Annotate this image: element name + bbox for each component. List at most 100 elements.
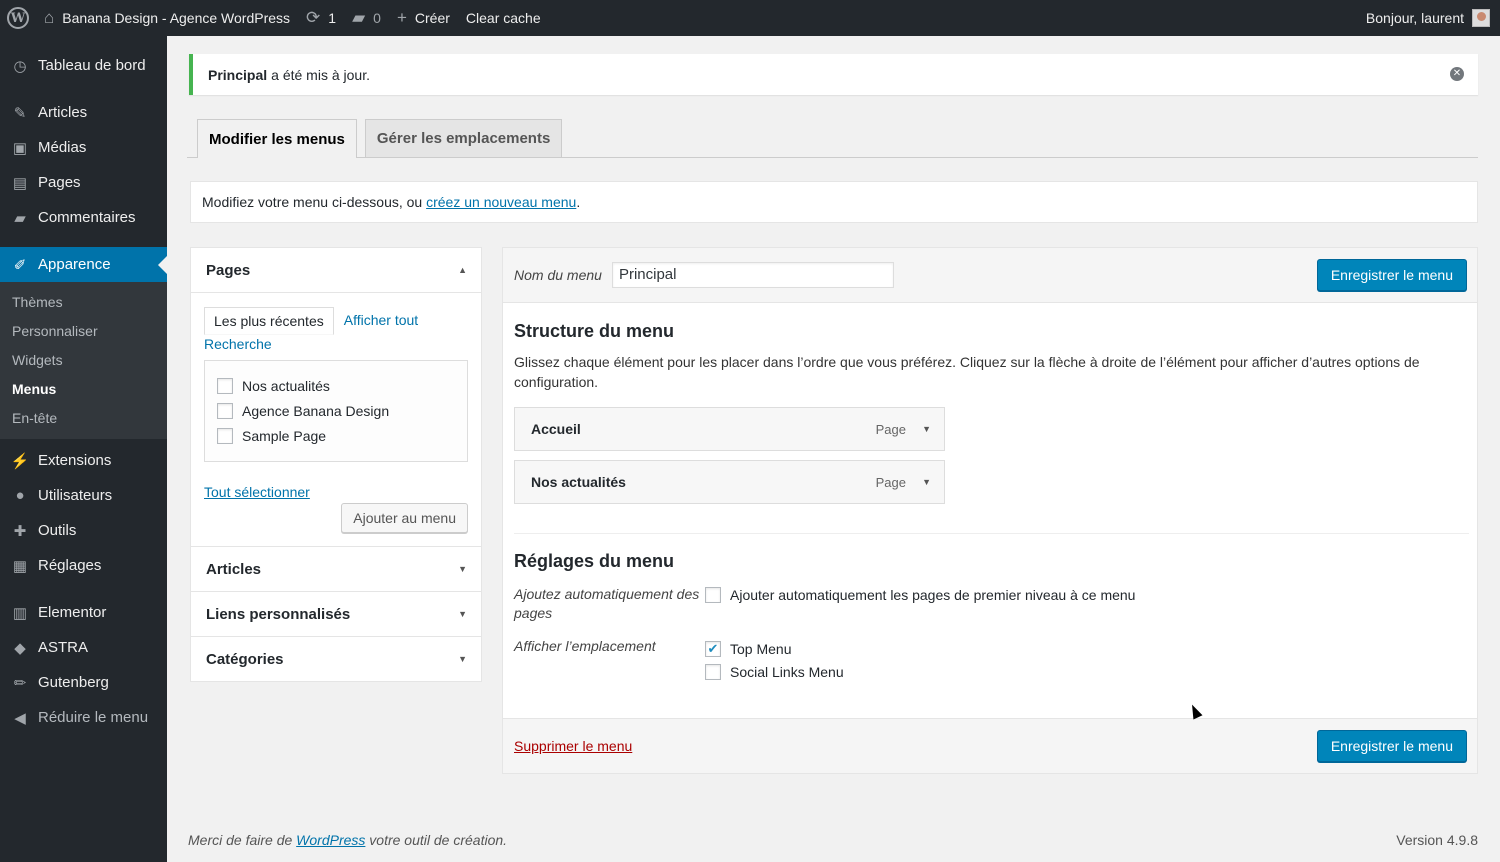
sidebar-item-settings[interactable]: ▦ Réglages [0,548,167,583]
menu-item-nos-actualites[interactable]: Nos actualités Page ▼ [514,460,945,504]
list-item[interactable]: Nos actualités [217,373,455,398]
menu-item-title: Nos actualités [531,474,626,490]
list-item-label: Agence Banana Design [242,402,390,419]
brush-icon: ✐ [13,256,27,274]
pages-section: Pages ▲ Les plus récentes Afficher tout R… [191,248,481,547]
create-new-menu-link[interactable]: créez un nouveau menu [426,194,576,210]
pages-section-title: Pages [206,261,251,279]
pages-section-header[interactable]: Pages ▲ [191,248,481,292]
subtab-search[interactable]: Recherche [204,336,468,352]
sidebar-item-plugins[interactable]: ⚡ Extensions [0,443,167,478]
sidebar-item-astra[interactable]: ◆ ASTRA [0,630,167,665]
tab-manage-locations[interactable]: Gérer les emplacements [364,119,563,157]
chevron-down-icon[interactable]: ▼ [922,477,931,487]
avatar [1472,9,1490,27]
sidebar-item-label: Outils [38,522,77,539]
collapse-menu-button[interactable]: ◀ Réduire le menu [0,700,167,735]
sidebar-item-media[interactable]: ▣ Médias [0,130,167,165]
chevron-down-icon: ▼ [458,654,467,664]
clear-cache-link[interactable]: Clear cache [458,0,549,36]
admin-sidebar: ◷ Tableau de bord ✎ Articles ▣ Médias ▤ Page… [0,36,167,862]
sidebar-item-elementor[interactable]: ▥ Elementor [0,595,167,630]
menu-item-accueil[interactable]: Accueil Page ▼ [514,407,945,451]
save-menu-button-bottom[interactable]: Enregistrer le menu [1316,730,1467,762]
sidebar-item-label: Médias [38,139,87,156]
menu-header: Nom du menu Principal Enregistrer le men… [503,248,1477,303]
list-item[interactable]: Agence Banana Design [217,398,455,423]
page-icon: ▤ [12,174,28,192]
menu-body: Structure du menu Glissez chaque élément… [503,303,1477,683]
wordpress-link[interactable]: WordPress [296,832,365,848]
submenu-themes[interactable]: Thèmes [0,288,167,317]
updates-link[interactable]: ⟳ 1 [298,0,344,36]
menu-name-input[interactable]: Principal [611,262,894,288]
new-content-link[interactable]: + Créer [389,0,458,36]
sidebar-item-dashboard[interactable]: ◷ Tableau de bord [0,48,167,83]
list-item[interactable]: Sample Page [217,423,455,448]
sidebar-item-tools[interactable]: ✚ Outils [0,513,167,548]
chevron-down-icon[interactable]: ▼ [922,424,931,434]
site-name: Banana Design - Agence WordPress [62,10,291,26]
subtab-view-all[interactable]: Afficher tout [334,307,428,335]
footer-thanks: Merci de faire de WordPress votre outil … [188,832,507,848]
sidebar-item-pages[interactable]: ▤ Pages [0,165,167,200]
new-label: Créer [414,10,450,26]
top-menu-checkbox[interactable]: ✔ [705,640,721,657]
success-notice: Principal a été mis à jour. ✕ [189,54,1478,95]
manage-menus: Modifiez votre menu ci-dessous, ou créez… [190,181,1478,223]
tools-icon: ✚ [13,522,27,540]
custom-links-section-header[interactable]: Liens personnalisés ▼ [191,592,481,636]
list-item-label: Nos actualités [242,377,330,394]
manage-text: Modifiez votre menu ci-dessous, ou [202,194,423,210]
clear-cache-label: Clear cache [465,10,541,26]
menu-name-label: Nom du menu [514,267,602,283]
sidebar-item-gutenberg[interactable]: ✏ Gutenberg [0,665,167,700]
articles-section[interactable]: Articles ▼ [191,547,481,592]
comments-link[interactable]: ▰ 0 [344,0,389,36]
sidebar-item-label: Articles [38,104,88,121]
wordpress-logo-button[interactable]: W [0,0,36,36]
categories-section-header[interactable]: Catégories ▼ [191,637,481,681]
checkbox[interactable] [217,377,233,394]
social-links-checkbox[interactable] [705,663,721,680]
submenu-widgets[interactable]: Widgets [0,346,167,375]
custom-links-section[interactable]: Liens personnalisés ▼ [191,592,481,637]
astra-icon: ◆ [14,639,26,657]
subtab-most-recent[interactable]: Les plus récentes [204,307,334,335]
close-icon[interactable]: ✕ [1450,67,1464,81]
chevron-down-icon: ▼ [458,609,467,619]
save-menu-button[interactable]: Enregistrer le menu [1316,259,1467,291]
sidebar-item-label: Apparence [38,256,111,273]
sidebar-item-comments[interactable]: ▰ Commentaires [0,200,167,235]
categories-section[interactable]: Catégories ▼ [191,637,481,681]
home-icon: ⌂ [44,8,55,27]
auto-add-checkbox[interactable] [705,586,721,603]
admin-bar: W ⌂ Banana Design - Agence WordPress ⟳ 1 ▰… [0,0,1500,36]
users-icon: ● [15,487,25,504]
sidebar-item-articles[interactable]: ✎ Articles [0,95,167,130]
footer-thanks-suffix: votre outil de création. [369,832,508,848]
delete-menu-link[interactable]: Supprimer le menu [514,738,632,754]
auto-add-option[interactable]: Ajouter automatiquement les pages de pre… [705,585,1135,604]
structure-title: Structure du menu [514,321,675,341]
chevron-down-icon: ▼ [458,564,467,574]
location-social-links[interactable]: Social Links Menu [705,660,844,683]
checkbox[interactable] [217,427,233,444]
location-top-menu[interactable]: ✔ Top Menu [705,637,844,660]
articles-section-header[interactable]: Articles ▼ [191,547,481,591]
collapse-icon: ◀ [14,709,26,727]
submenu-menus[interactable]: Menus [0,375,167,404]
select-all-link[interactable]: Tout sélectionner [204,484,310,500]
add-to-menu-button[interactable]: Ajouter au menu [341,503,468,533]
account-menu[interactable]: Bonjour, laurent [1358,0,1500,36]
submenu-header[interactable]: En-tête [0,404,167,433]
sidebar-item-label: Extensions [38,452,112,469]
site-name-link[interactable]: ⌂ Banana Design - Agence WordPress [36,0,298,36]
checkbox[interactable] [217,402,233,419]
submenu-customize[interactable]: Personnaliser [0,317,167,346]
sidebar-item-appearance[interactable]: ✐ Apparence [0,247,167,282]
plus-icon: + [396,8,407,27]
sidebar-item-users[interactable]: ● Utilisateurs [0,478,167,513]
location-setting: Afficher l’emplacement ✔ Top Menu Social … [514,637,1466,683]
tab-edit-menus[interactable]: Modifier les menus [197,119,357,158]
